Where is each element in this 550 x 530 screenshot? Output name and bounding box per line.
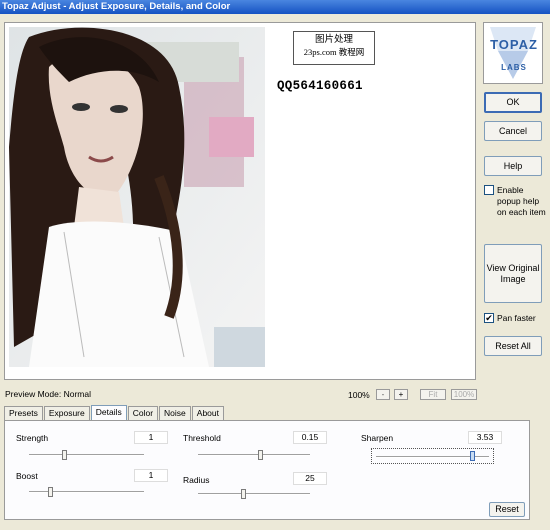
preview-pane[interactable]: 图片处理 23ps.com 教程网 QQ564160661 bbox=[4, 22, 476, 380]
zoom-level: 100% bbox=[348, 390, 370, 400]
threshold-label: Threshold bbox=[183, 433, 221, 443]
tab-color[interactable]: Color bbox=[127, 406, 159, 420]
fit-button[interactable]: Fit bbox=[420, 389, 446, 400]
watermark-box: 图片处理 23ps.com 教程网 bbox=[293, 31, 375, 65]
radius-slider-track[interactable] bbox=[198, 493, 310, 495]
tab-exposure[interactable]: Exposure bbox=[43, 406, 90, 420]
help-button[interactable]: Help bbox=[484, 156, 542, 176]
sharpen-slider-thumb[interactable] bbox=[470, 451, 476, 461]
strength-slider-thumb[interactable] bbox=[61, 450, 67, 460]
logo-subtext: LABS bbox=[501, 63, 527, 72]
strength-value[interactable]: 1 bbox=[134, 431, 168, 444]
watermark-qq: QQ564160661 bbox=[277, 79, 363, 93]
popup-help-label: Enable popup help on each item bbox=[497, 185, 546, 217]
tab-about[interactable]: About bbox=[191, 406, 224, 420]
preview-image[interactable] bbox=[9, 27, 265, 367]
logo-text: TOPAZ bbox=[490, 37, 538, 52]
sharpen-value[interactable]: 3.53 bbox=[468, 431, 502, 444]
boost-value[interactable]: 1 bbox=[134, 469, 168, 482]
threshold-slider-track[interactable] bbox=[198, 454, 310, 456]
cancel-button[interactable]: Cancel bbox=[484, 121, 542, 141]
window-title: Topaz Adjust - Adjust Exposure, Details,… bbox=[0, 0, 550, 14]
topaz-logo: TOPAZ LABS bbox=[483, 22, 543, 84]
threshold-slider-thumb[interactable] bbox=[257, 450, 263, 460]
watermark-line2: 23ps.com 教程网 bbox=[303, 47, 365, 57]
boost-label: Boost bbox=[16, 471, 38, 481]
zoom-in-button[interactable]: + bbox=[394, 389, 408, 400]
tab-bar: Presets Exposure Details Color Noise Abo… bbox=[4, 405, 225, 420]
watermark-line1: 图片处理 bbox=[314, 35, 353, 45]
radius-label: Radius bbox=[183, 475, 210, 485]
boost-slider-track[interactable] bbox=[29, 491, 144, 493]
strength-slider-track[interactable] bbox=[29, 454, 144, 456]
boost-slider-thumb[interactable] bbox=[47, 487, 53, 497]
actual-size-button[interactable]: 100% bbox=[451, 389, 477, 400]
radius-slider-thumb[interactable] bbox=[240, 489, 246, 499]
popup-help-option[interactable]: Enable popup help on each item bbox=[484, 185, 546, 218]
details-panel: Strength 1 Boost 1 Threshold 0.15 Radius… bbox=[4, 420, 530, 520]
popup-help-checkbox[interactable] bbox=[484, 185, 494, 195]
view-original-button[interactable]: View Original Image bbox=[484, 244, 542, 303]
tab-presets[interactable]: Presets bbox=[4, 406, 43, 420]
reset-all-button[interactable]: Reset All bbox=[484, 336, 542, 356]
tab-details[interactable]: Details bbox=[90, 405, 127, 420]
sharpen-label: Sharpen bbox=[361, 433, 394, 443]
threshold-value[interactable]: 0.15 bbox=[293, 431, 327, 444]
ok-button[interactable]: OK bbox=[484, 92, 542, 113]
preview-mode-label: Preview Mode: Normal bbox=[5, 389, 91, 399]
pan-faster-checkbox[interactable]: ✔ bbox=[484, 313, 494, 323]
radius-value[interactable]: 25 bbox=[293, 472, 327, 485]
reset-button[interactable]: Reset bbox=[489, 502, 525, 517]
pan-faster-label: Pan faster bbox=[497, 313, 536, 323]
pan-faster-option[interactable]: ✔ Pan faster bbox=[484, 313, 546, 324]
tab-noise[interactable]: Noise bbox=[159, 406, 191, 420]
sharpen-slider[interactable] bbox=[371, 448, 494, 464]
zoom-out-button[interactable]: - bbox=[376, 389, 390, 400]
strength-label: Strength bbox=[16, 433, 49, 443]
